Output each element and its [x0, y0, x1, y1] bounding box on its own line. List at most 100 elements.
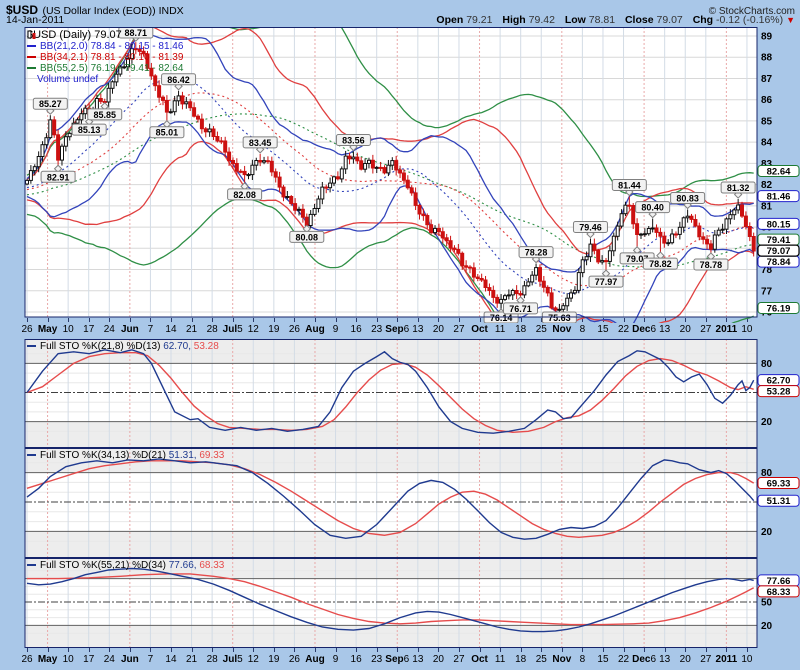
date-tick-label: 13: [412, 324, 423, 335]
bollinger-legend-item: BB(55,2.5) 76.19 - 79.41 - 82.64: [27, 63, 183, 74]
date-tick-label: 11: [495, 654, 505, 665]
price-tag: 51.31: [758, 495, 799, 507]
price-tag: 53.28: [758, 386, 799, 398]
main-legend-title: $USD (Daily) 79.07: [27, 29, 122, 41]
date-tick-label: 14: [165, 324, 176, 335]
svg-text:20: 20: [761, 417, 773, 428]
date-tick-mark: [438, 648, 439, 652]
date-axis-bottom: 26May101724Jun7142128Jul5121926Aug91623S…: [0, 648, 800, 669]
main-legend-title-row: $USD (Daily) 79.07: [27, 29, 183, 41]
date-tick-mark: [521, 648, 522, 652]
main-chart-legend: $USD (Daily) 79.07BB(21,2.0) 78.84 - 80.…: [27, 29, 183, 85]
svg-text:75.63: 75.63: [548, 313, 571, 323]
quote-bar: Open 79.21 High 79.42 Low 78.81 Close 79…: [429, 14, 795, 26]
date-tick-label: May: [38, 324, 57, 335]
open-value: 79.21: [466, 14, 492, 26]
svg-text:62.70: 62.70: [767, 376, 791, 387]
date-tick-label: 7: [148, 654, 154, 665]
date-tick-mark: [726, 648, 727, 652]
svg-text:79.07: 79.07: [767, 246, 791, 257]
date-tick-mark: [274, 648, 275, 652]
date-tick-label: 18: [515, 324, 526, 335]
chg-value: -0.12 (-0.16%): [716, 14, 783, 26]
date-tick-label: 12: [248, 654, 259, 665]
bollinger-legend-text: BB(34,2.1) 78.81 - 80.10 - 81.39: [40, 52, 183, 63]
date-tick-mark: [377, 648, 378, 652]
date-tick-label: 27: [453, 654, 464, 665]
date-tick-label: 25: [536, 324, 547, 335]
stochastic-d-value: 69.33: [199, 450, 224, 461]
date-tick-mark: [253, 648, 254, 652]
close-value: 79.07: [656, 14, 682, 26]
svg-text:51.31: 51.31: [767, 496, 791, 507]
open-label: Open: [436, 14, 463, 26]
stochastic-name: Full STO %K(21,8) %D(13): [40, 341, 163, 352]
svg-text:82.64: 82.64: [767, 167, 791, 178]
svg-text:76.71: 76.71: [509, 304, 532, 314]
date-tick-label: 24: [104, 654, 115, 665]
date-tick-mark: [89, 648, 90, 652]
price-tag: 69.33: [758, 478, 799, 490]
chg-down-arrow-icon: ▼: [786, 15, 795, 25]
svg-text:89: 89: [761, 32, 773, 43]
date-tick-label: 26: [21, 324, 32, 335]
date-tick-label: 23: [371, 324, 382, 335]
high-label: High: [502, 14, 525, 26]
date-tick-label: 14: [165, 654, 176, 665]
price-tag: 68.33: [758, 586, 799, 598]
bollinger-legend-text: BB(21,2.0) 78.84 - 80.15 - 81.46: [40, 41, 183, 52]
date-tick-label: 24: [104, 324, 115, 335]
date-tick-label: 11: [495, 324, 505, 335]
line-swatch-icon: [27, 67, 36, 69]
date-tick-label: 10: [741, 324, 752, 335]
price-tag: 76.19: [758, 302, 799, 314]
stochastic-legend-2: Full STO %K(34,13) %D(21) 51.31, 69.33: [27, 450, 224, 461]
date-tick-mark: [644, 648, 645, 652]
stochastic-k-value: 62.70,: [163, 341, 194, 352]
date-tick-label: 7: [148, 324, 154, 335]
price-tag: 78.84: [758, 256, 799, 268]
date-tick-label: 26: [289, 324, 300, 335]
date-tick-label: 13: [659, 324, 670, 335]
date-tick-label: 2011: [716, 324, 738, 335]
price-tag: 79.07: [758, 245, 799, 257]
svg-text:77: 77: [761, 286, 773, 297]
chg-label: Chg: [693, 14, 713, 26]
date-tick-label: 27: [700, 654, 711, 665]
svg-text:85: 85: [761, 116, 773, 127]
date-tick-label: 22: [618, 654, 629, 665]
date-tick-label: 10: [741, 654, 752, 665]
date-tick-mark: [68, 648, 69, 652]
svg-text:80.83: 80.83: [676, 193, 699, 203]
stochastic-legend-1: Full STO %K(21,8) %D(13) 62.70, 53.28: [27, 341, 219, 352]
date-tick-mark: [397, 648, 398, 652]
date-tick-label: Nov: [552, 324, 571, 335]
date-tick-label: 12: [248, 324, 259, 335]
svg-text:85.27: 85.27: [39, 99, 62, 109]
svg-text:80.40: 80.40: [641, 203, 664, 213]
svg-text:87: 87: [761, 74, 773, 85]
date-tick-label: May: [38, 654, 57, 665]
date-tick-label: 28: [207, 324, 218, 335]
price-tag: 62.70: [758, 375, 799, 387]
date-tick-label: 13: [659, 654, 670, 665]
bollinger-legend-text: BB(55,2.5) 76.19 - 79.41 - 82.64: [40, 63, 183, 74]
date-tick-mark: [212, 648, 213, 652]
stochastic-name: Full STO %K(34,13) %D(21): [40, 450, 169, 461]
date-tick-label: 27: [453, 324, 464, 335]
date-tick-label: 21: [186, 654, 197, 665]
date-tick-label: Dec6: [632, 654, 656, 665]
svg-text:82: 82: [761, 180, 773, 191]
date-tick-mark: [336, 648, 337, 652]
svg-text:82.91: 82.91: [47, 172, 70, 182]
date-tick-label: 23: [371, 654, 382, 665]
svg-text:50: 50: [761, 598, 773, 609]
svg-text:81.32: 81.32: [727, 183, 750, 193]
date-tick-mark: [171, 648, 172, 652]
date-tick-label: 15: [597, 654, 608, 665]
date-tick-mark: [233, 648, 234, 652]
date-tick-label: 20: [680, 324, 691, 335]
date-tick-label: Jun: [121, 324, 139, 335]
date-tick-label: 26: [21, 654, 32, 665]
date-tick-label: 15: [597, 324, 608, 335]
